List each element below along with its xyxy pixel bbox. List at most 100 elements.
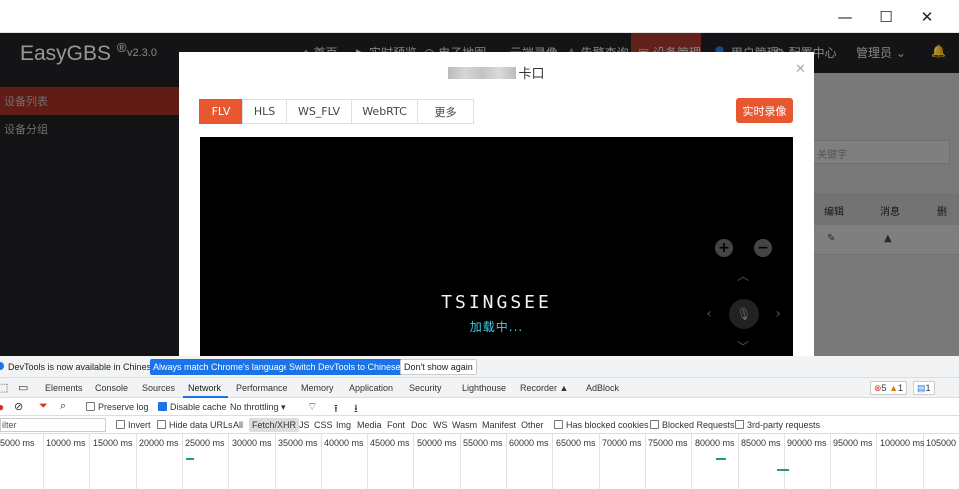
filter-js[interactable]: JS <box>299 420 310 430</box>
tab-more[interactable]: 更多 <box>417 99 474 124</box>
close-icon: ✕ <box>920 7 934 26</box>
network-timeline-overview[interactable]: 5000 ms 10000 ms 15000 ms 20000 ms 25000 ms 3… <box>0 434 959 489</box>
disable-cache-checkbox[interactable]: Disable cache <box>158 402 227 412</box>
tab-application[interactable]: Application <box>349 383 393 393</box>
third-party-checkbox[interactable]: 3rd-party requests <box>735 420 820 430</box>
tab-performance[interactable]: Performance <box>236 383 288 393</box>
filter-ws[interactable]: WS <box>433 420 448 430</box>
timeline-tick-label: 50000 ms <box>417 438 457 448</box>
request-bar <box>777 469 789 471</box>
timeline-tick-label: 35000 ms <box>278 438 318 448</box>
tab-network[interactable]: Network <box>188 383 221 393</box>
timeline-tick-label: 45000 ms <box>370 438 410 448</box>
tab-webrtc[interactable]: WebRTC <box>351 99 418 124</box>
timeline-tick-label: 105000 <box>926 438 957 448</box>
tab-ws-flv[interactable]: WS_FLV <box>286 99 352 124</box>
timeline-tick-label: 90000 ms <box>787 438 827 448</box>
warning-icon: ▲ <box>889 383 898 393</box>
device-toolbar-icon[interactable]: ▭ <box>18 381 28 394</box>
filter-icon[interactable]: ⏷ <box>39 400 48 413</box>
hide-data-urls-checkbox[interactable]: Hide data URLs <box>157 420 233 430</box>
timeline-tick-label: 10000 ms <box>46 438 86 448</box>
ptz-down-icon[interactable]: ﹀ <box>735 340 751 354</box>
timeline-tick-label: 95000 ms <box>833 438 873 448</box>
timeline-tick-label: 30000 ms <box>232 438 272 448</box>
timeline-gridline <box>460 434 461 489</box>
filter-wasm[interactable]: Wasm <box>452 420 477 430</box>
filter-doc[interactable]: Doc <box>411 420 427 430</box>
timeline-gridline <box>784 434 785 489</box>
timeline-tick-label: 80000 ms <box>695 438 735 448</box>
timeline-gridline <box>89 434 90 489</box>
minimize-button[interactable]: — <box>822 0 868 33</box>
inspect-icon[interactable]: ⬚ <box>0 381 8 394</box>
always-match-language-button[interactable]: Always match Chrome's language <box>150 359 292 375</box>
issues-counter[interactable]: ⊗5 ▲1 <box>870 381 908 395</box>
filter-other[interactable]: Other <box>521 420 544 430</box>
filter-all[interactable]: All <box>233 420 243 430</box>
filter-media[interactable]: Media <box>357 420 382 430</box>
record-icon[interactable]: ● <box>0 400 4 414</box>
modal-title: 卡口 <box>179 63 814 82</box>
tab-console[interactable]: Console <box>95 383 128 393</box>
tab-elements[interactable]: Elements <box>45 383 83 393</box>
realtime-record-button[interactable]: 实时录像 <box>736 98 793 123</box>
timeline-tick-label: 75000 ms <box>648 438 688 448</box>
network-filter-bar: ilter Invert Hide data URLs All Fetch/XH… <box>0 416 959 434</box>
network-conditions-icon[interactable]: ⌔ <box>307 400 317 414</box>
tab-flv[interactable]: FLV <box>199 99 243 124</box>
invert-checkbox[interactable]: Invert <box>116 420 151 430</box>
maximize-button[interactable]: ☐ <box>863 0 909 33</box>
filter-css[interactable]: CSS <box>314 420 333 430</box>
timeline-gridline <box>228 434 229 489</box>
blocked-requests-checkbox[interactable]: Blocked Requests <box>650 420 735 430</box>
devtools-language-banner: DevTools is now available in Chinese! Al… <box>0 356 959 378</box>
minimize-icon: — <box>837 7 853 26</box>
timeline-gridline <box>691 434 692 489</box>
filter-fetch-xhr[interactable]: Fetch/XHR <box>249 418 300 432</box>
filter-input[interactable]: ilter <box>0 418 106 432</box>
tab-sources[interactable]: Sources <box>142 383 175 393</box>
close-icon[interactable]: ✕ <box>795 62 806 77</box>
messages-counter[interactable]: ▤1 <box>913 381 935 395</box>
ptz-right-icon[interactable]: › <box>771 305 785 323</box>
search-icon[interactable]: ⌕ <box>60 400 66 413</box>
error-icon: ⊗ <box>874 383 882 393</box>
app-area: EasyGBS ® v2.3.0 ⌂ 首页 ▶ 实时预览 ◎ 电子地图 ☁ 云端… <box>0 33 959 356</box>
timeline-gridline <box>830 434 831 489</box>
ptz-up-icon[interactable]: ︿ <box>735 269 751 283</box>
switch-to-chinese-button[interactable]: Switch DevTools to Chinese <box>286 359 404 375</box>
timeline-gridline <box>738 434 739 489</box>
timeline-gridline <box>321 434 322 489</box>
filter-manifest[interactable]: Manifest <box>482 420 516 430</box>
timeline-tick-label: 20000 ms <box>139 438 179 448</box>
tab-security[interactable]: Security <box>409 383 442 393</box>
redacted-title <box>448 67 517 79</box>
devtools-panel: DevTools is now available in Chinese! Al… <box>0 356 959 489</box>
zoom-out-icon[interactable]: − <box>754 239 772 257</box>
tab-hls[interactable]: HLS <box>242 99 287 124</box>
timeline-tick-label: 40000 ms <box>324 438 364 448</box>
video-player[interactable]: TSINGSEE 加载中... + − ︿ ‹ › 🎙 ﹀ <box>200 137 793 356</box>
filter-font[interactable]: Font <box>387 420 405 430</box>
mic-off-icon[interactable]: 🎙 <box>729 299 759 329</box>
timeline-tick-label: 70000 ms <box>602 438 642 448</box>
tab-lighthouse[interactable]: Lighthouse <box>462 383 506 393</box>
throttling-select[interactable]: No throttling ▾ <box>230 402 286 413</box>
close-window-button[interactable]: ✕ <box>904 0 950 33</box>
blocked-cookies-checkbox[interactable]: Has blocked cookies <box>554 420 649 430</box>
zoom-in-icon[interactable]: + <box>715 239 733 257</box>
tab-memory[interactable]: Memory <box>301 383 334 393</box>
tab-recorder[interactable]: Recorder ▲ <box>520 383 568 393</box>
message-icon: ▤ <box>917 383 926 393</box>
preserve-log-checkbox[interactable]: Preserve log <box>86 402 149 412</box>
timeline-tick-label: 25000 ms <box>185 438 225 448</box>
clear-icon[interactable]: ⊘ <box>14 400 23 413</box>
tab-adblock[interactable]: AdBlock <box>586 383 619 393</box>
filter-img[interactable]: Img <box>336 420 351 430</box>
timeline-gridline <box>136 434 137 489</box>
dont-show-again-button[interactable]: Don't show again <box>400 359 477 375</box>
timeline-tick-label: 65000 ms <box>556 438 596 448</box>
ptz-left-icon[interactable]: ‹ <box>702 305 716 323</box>
request-bar <box>716 458 726 460</box>
